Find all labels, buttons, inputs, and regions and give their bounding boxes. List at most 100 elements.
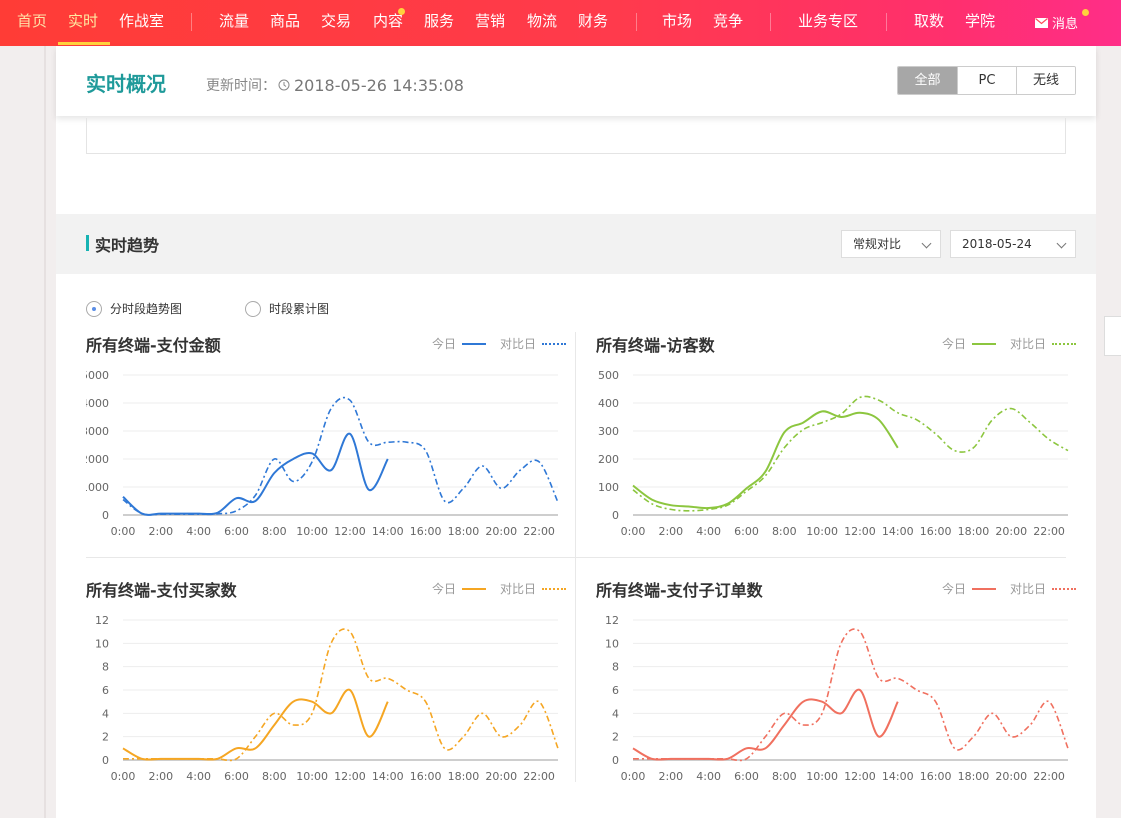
y-tick-label: 100 (598, 481, 619, 494)
left-border (44, 46, 46, 818)
messages-label: 消息 (1052, 17, 1079, 32)
nav-academy[interactable]: 学院 (965, 11, 995, 35)
nav-business-zone[interactable]: 业务专区 (798, 11, 858, 35)
trend-header: 实时趋势 常规对比 2018-05-24 (56, 214, 1096, 274)
chart-svg: 0 2 4 6 8 10 12 0:00 2:00 4:00 6:00 8:00 10:00 12:00 1… (95, 614, 559, 783)
nav-content[interactable]: 内容 (373, 11, 403, 35)
nav-marketing[interactable]: 营销 (475, 11, 505, 35)
x-tick-label: 6:00 (734, 525, 759, 538)
legend-compare-label: 对比日 (1009, 337, 1046, 351)
y-tick-label: 0 (102, 509, 109, 522)
nav-home[interactable]: 首页 (17, 11, 47, 35)
series-line-today (122, 432, 389, 516)
x-tick-label: 12:00 (334, 525, 366, 538)
x-tick-label: 22:00 (523, 525, 555, 538)
chart-legend: 今日 对比日 (432, 580, 566, 597)
y-tick-label: 400 (598, 397, 619, 410)
x-tick-label: 16:00 (920, 525, 952, 538)
messages-dot (1082, 9, 1089, 16)
compare-select-value: 常规对比 (853, 237, 902, 251)
radio-cumulative[interactable]: 时段累计图 (245, 300, 329, 317)
update-label-text: 更新时间： (206, 78, 276, 94)
y-tick-label: 200 (598, 453, 619, 466)
legend-compare-label: 对比日 (499, 582, 536, 596)
legend-today-line (461, 342, 486, 345)
x-tick-label: 14:00 (372, 525, 404, 538)
chart-title: 所有终端-支付金额 (86, 336, 221, 355)
y-tick-label: 12 (605, 614, 619, 627)
side-tab[interactable] (1104, 316, 1121, 356)
nav-trades[interactable]: 交易 (321, 11, 351, 35)
x-tick-label: 10:00 (296, 770, 328, 783)
clock-icon (278, 79, 290, 91)
chart-title: 所有终端-支付买家数 (86, 581, 237, 600)
segment-pc[interactable]: PC (957, 67, 1016, 94)
x-tick-label: 20:00 (485, 525, 517, 538)
series-line-today (632, 410, 899, 510)
update-time-value: 2018-05-26 14:35:08 (294, 75, 464, 95)
x-tick-label: 0:00 (621, 525, 646, 538)
y-tick-label: 4 (102, 707, 109, 720)
nav-traffic[interactable]: 流量 (219, 11, 249, 35)
x-tick-label: 18:00 (958, 770, 990, 783)
compare-select[interactable]: 常规对比 (841, 230, 941, 258)
nav-market[interactable]: 市场 (662, 11, 692, 35)
y-tick-label: 4 (612, 707, 619, 720)
legend-compare-line (1052, 587, 1076, 590)
x-tick-label: 4:00 (696, 525, 721, 538)
y-tick-label: 2 (102, 731, 109, 744)
x-tick-label: 12:00 (844, 525, 876, 538)
y-tick-label: 0 (102, 754, 109, 767)
y-tick-label: 0 (612, 509, 619, 522)
x-tick-label: 20:00 (995, 525, 1027, 538)
y-tick-label: 2 (612, 731, 619, 744)
x-tick-label: 6:00 (224, 770, 249, 783)
radio-unchecked-icon (245, 300, 261, 317)
segment-wireless[interactable]: 无线 (1016, 67, 1075, 94)
nav-war-room[interactable]: 作战室 (119, 11, 164, 35)
chart-title: 所有终端-访客数 (596, 336, 715, 355)
nav-finance[interactable]: 财务 (578, 11, 608, 35)
y-tick-label: 8 (102, 661, 109, 674)
nav-separator (636, 13, 637, 31)
x-tick-label: 20:00 (485, 770, 517, 783)
x-tick-label: 4:00 (696, 770, 721, 783)
x-tick-label: 20:00 (995, 770, 1027, 783)
x-tick-label: 0:00 (111, 770, 136, 783)
legend-today-line (971, 342, 996, 345)
nav-service[interactable]: 服务 (424, 11, 454, 35)
chart-title: 所有终端-支付子订单数 (596, 581, 763, 600)
nav-products[interactable]: 商品 (270, 11, 300, 35)
x-tick-label: 22:00 (1033, 525, 1065, 538)
y-tick-label: 300 (598, 425, 619, 438)
y-tick-label: 4000 (86, 397, 109, 410)
y-tick-label: 8 (612, 661, 619, 674)
trend-accent-bar (86, 235, 89, 251)
x-tick-label: 0:00 (111, 525, 136, 538)
x-tick-label: 2:00 (148, 770, 173, 783)
x-tick-label: 14:00 (882, 525, 914, 538)
chart-paying-buyers: 0 2 4 6 8 10 12 0:00 2:00 4:00 6:00 8:00 10:00 12:00 1… (86, 577, 576, 807)
radio-period-trend[interactable]: 分时段趋势图 (86, 300, 182, 317)
x-tick-label: 10:00 (296, 525, 328, 538)
messages-link[interactable]: 消息 (1035, 13, 1078, 32)
radio-cumulative-label: 时段累计图 (269, 302, 330, 316)
x-tick-label: 14:00 (372, 770, 404, 783)
nav-competition[interactable]: 竞争 (713, 11, 743, 35)
x-tick-label: 2:00 (658, 525, 683, 538)
x-tick-label: 4:00 (186, 525, 211, 538)
nav-logistics[interactable]: 物流 (527, 11, 557, 35)
segment-all[interactable]: 全部 (898, 67, 957, 94)
x-tick-label: 12:00 (844, 770, 876, 783)
x-tick-label: 12:00 (334, 770, 366, 783)
series-line-compare (122, 396, 559, 516)
x-tick-label: 16:00 (410, 770, 442, 783)
x-tick-label: 8:00 (772, 770, 797, 783)
y-tick-label: 12 (95, 614, 109, 627)
date-select[interactable]: 2018-05-24 (950, 230, 1076, 258)
x-tick-label: 8:00 (772, 525, 797, 538)
nav-data-fetch[interactable]: 取数 (914, 11, 944, 35)
nav-realtime[interactable]: 实时 (68, 11, 98, 35)
mail-icon (1035, 17, 1048, 28)
radio-checked-icon (86, 300, 102, 317)
